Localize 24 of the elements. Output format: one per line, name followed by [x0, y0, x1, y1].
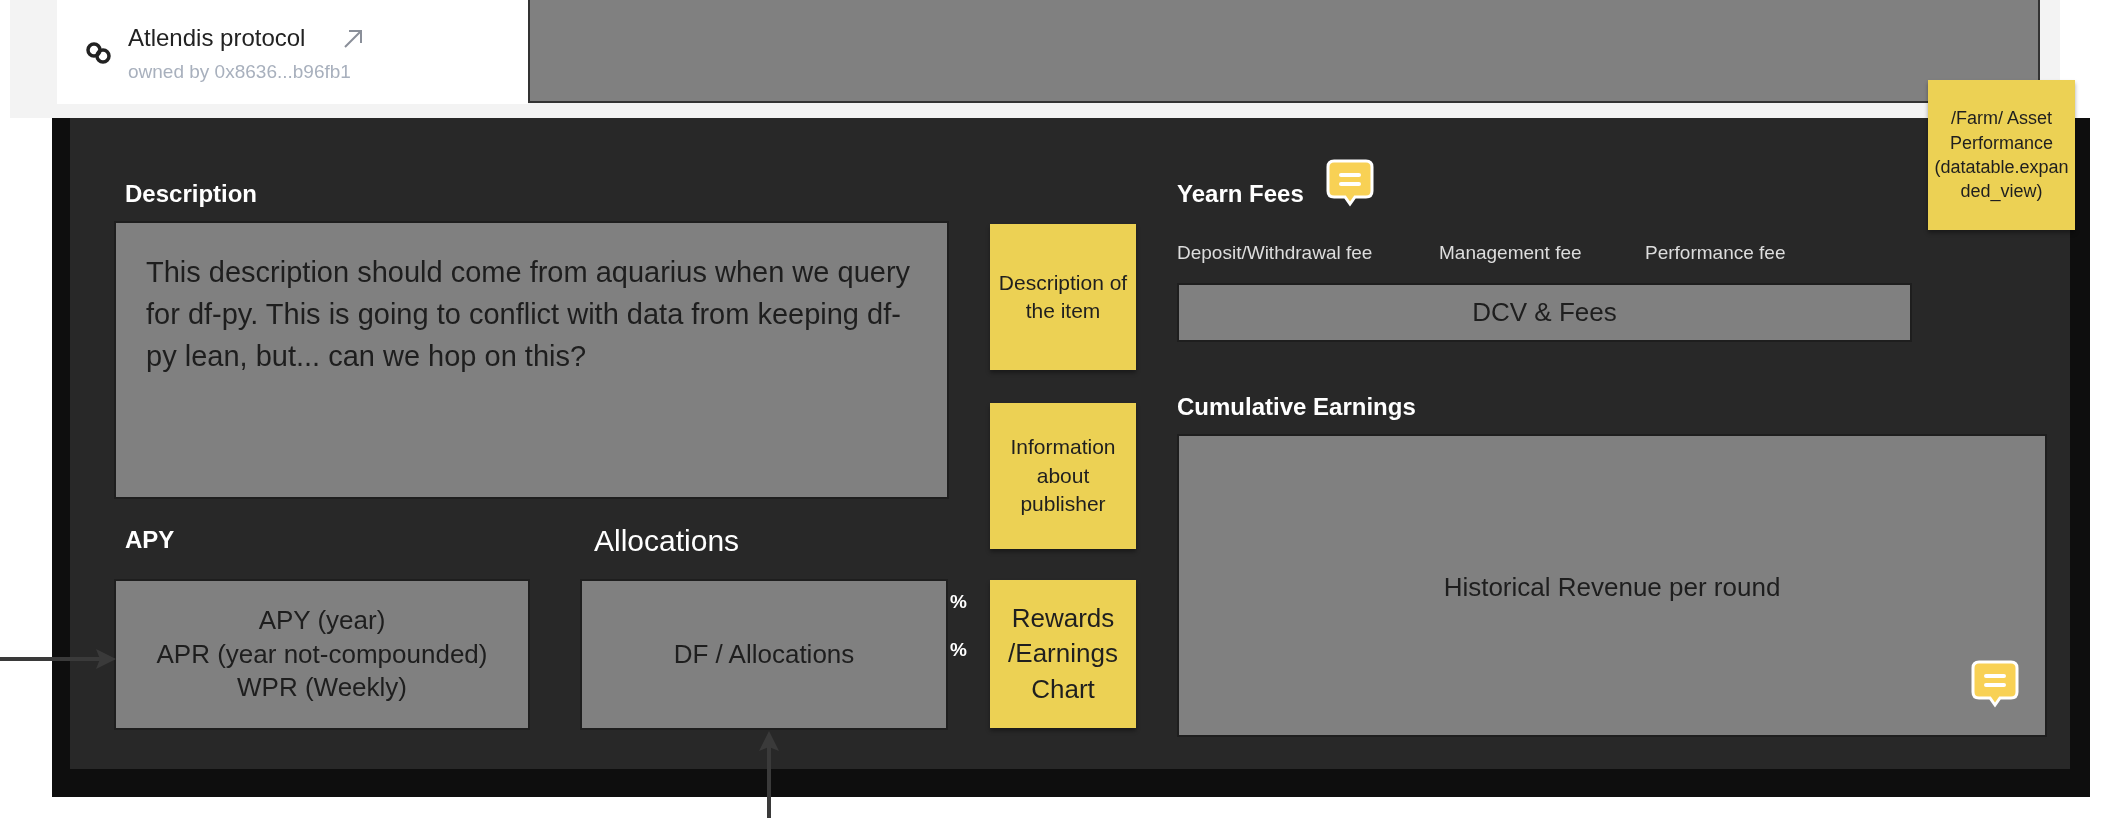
fees-box: DCV & Fees — [1177, 283, 1912, 342]
owner-address: owned by 0x8636...b96fb1 — [128, 60, 351, 84]
metric-label: APY (year) — [258, 603, 386, 637]
sticky-note: /Farm/ Asset Performance (datatable.expanded_view) — [1928, 80, 2075, 230]
description-box: This description should come from aquarius when we query for df-py. This is going to conflict with data from keeping df-py lean, but... can we hop on this? — [114, 221, 949, 499]
fee-label: Management fee — [1439, 241, 1582, 265]
sticky-note: Rewards /Earnings Chart — [990, 580, 1136, 728]
section-heading: Yearn Fees — [1177, 179, 1304, 209]
protocol-link[interactable]: Atlendis protocol — [128, 20, 306, 56]
section-heading: Cumulative Earnings — [1177, 392, 1416, 422]
sticky-note: Description of the item — [990, 224, 1136, 370]
percent-sign: % — [950, 638, 967, 662]
section-heading: Description — [125, 179, 258, 209]
metric-label: WPR (Weekly) — [237, 671, 407, 705]
percent-sign: % — [950, 590, 967, 614]
link-icon — [84, 40, 114, 66]
revenue-chart-box: Historical Revenue per round — [1177, 434, 2047, 737]
sticky-note: Information about publisher — [990, 403, 1136, 549]
fee-label: Performance fee — [1645, 241, 1786, 265]
fee-label: Deposit/Withdrawal fee — [1177, 241, 1373, 265]
section-heading: Allocations — [594, 523, 740, 559]
allocations-box: DF / Allocations — [580, 579, 948, 730]
section-heading: APY — [125, 525, 175, 555]
metric-label: APR (year not-compounded) — [156, 637, 488, 671]
